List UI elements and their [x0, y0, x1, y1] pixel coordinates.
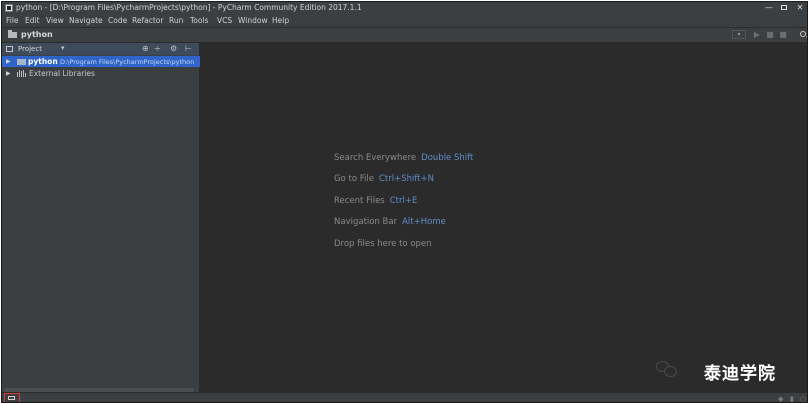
wechat-logo-icon [656, 361, 678, 377]
hint-label: Recent Files [334, 196, 385, 206]
tree-item-external-libraries[interactable]: ▶ External Libraries [2, 68, 199, 79]
project-view-label[interactable]: Project [18, 45, 42, 53]
close-button[interactable]: ✕ [793, 3, 807, 13]
ide-window: python - [D:\Program Files\PycharmProjec… [1, 1, 808, 403]
menu-navigate[interactable]: Navigate [69, 16, 103, 25]
folder-icon [17, 59, 26, 65]
tool-windows-toggle-icon[interactable] [4, 393, 20, 402]
debug-icon[interactable]: ■ [766, 31, 774, 39]
hide-panel-icon[interactable]: ⊢ [185, 44, 192, 53]
window-title: python - [D:\Program Files\PycharmProjec… [16, 3, 362, 12]
project-view-icon [6, 46, 13, 52]
menu-tools[interactable]: Tools [190, 16, 208, 25]
hint-search-everywhere: Search Everywhere Double Shift [334, 153, 473, 163]
navigation-bar: python ▾ ▶ ■ ■ [2, 28, 807, 43]
editor-empty-area[interactable]: Search Everywhere Double Shift Go to File… [200, 43, 807, 392]
hint-drop-files: Drop files here to open [334, 239, 432, 249]
tree-item-path: D:\Program Files\PycharmProjects\python [60, 58, 195, 66]
hint-shortcut: Double Shift [421, 153, 474, 163]
expand-arrow-icon[interactable]: ▶ [6, 58, 11, 65]
hint-shortcut: Alt+Home [402, 217, 446, 227]
hint-go-to-file: Go to File Ctrl+Shift+N [334, 174, 434, 184]
hint-label: Go to File [334, 174, 374, 184]
collapse-all-icon[interactable]: ÷ [154, 44, 161, 53]
search-icon[interactable] [800, 31, 806, 37]
hint-navigation-bar: Navigation Bar Alt+Home [334, 217, 446, 227]
status-bar: ◆ ▮ ○ [2, 392, 807, 402]
stop-icon[interactable]: ■ [779, 31, 787, 39]
event-log-icon[interactable]: ◆ [778, 395, 783, 402]
menu-edit[interactable]: Edit [25, 16, 40, 25]
lock-icon[interactable]: ▮ [790, 395, 794, 402]
tree-item-label: External Libraries [29, 69, 95, 78]
run-icon[interactable]: ▶ [753, 31, 761, 39]
project-panel-header: Project ▾ ⊕ ÷ ⚙ ⊢ [2, 43, 199, 55]
maximize-button[interactable] [777, 3, 791, 13]
gear-icon[interactable]: ⚙ [170, 44, 177, 53]
hint-label: Drop files here to open [334, 239, 432, 249]
tree-item-python[interactable]: ▶ python D:\Program Files\PycharmProject… [2, 56, 205, 67]
hint-shortcut: Ctrl+Shift+N [378, 174, 434, 184]
project-tool-window: Project ▾ ⊕ ÷ ⚙ ⊢ ▶ python D:\Program Fi… [2, 43, 205, 392]
menu-help[interactable]: Help [272, 16, 289, 25]
menu-window[interactable]: Window [238, 16, 268, 25]
menu-view[interactable]: View [46, 16, 64, 25]
hint-shortcut: Ctrl+E [389, 196, 418, 206]
menu-file[interactable]: File [6, 16, 19, 25]
menu-code[interactable]: Code [108, 16, 127, 25]
chevron-down-icon[interactable]: ▾ [61, 44, 65, 52]
menu-bar: File Edit View Navigate Code Refactor Ru… [2, 14, 807, 28]
run-configuration-dropdown[interactable]: ▾ [732, 30, 746, 39]
menu-vcs[interactable]: VCS [217, 16, 232, 25]
folder-icon [8, 30, 17, 38]
hint-recent-files: Recent Files Ctrl+E [334, 196, 417, 206]
pycharm-app-icon [5, 4, 13, 12]
hint-label: Search Everywhere [334, 153, 417, 163]
expand-arrow-icon[interactable]: ▶ [6, 70, 11, 77]
breadcrumb-project[interactable]: python [21, 30, 53, 39]
menu-run[interactable]: Run [169, 16, 183, 25]
menu-refactor[interactable]: Refactor [132, 16, 163, 25]
hint-label: Navigation Bar [334, 217, 398, 227]
scroll-from-source-icon[interactable]: ⊕ [142, 44, 149, 53]
tree-item-label: python [28, 57, 58, 66]
title-bar: python - [D:\Program Files\PycharmProjec… [2, 2, 807, 14]
library-icon [17, 70, 26, 77]
notifications-icon[interactable]: ○ [800, 395, 806, 402]
watermark-text: 泰迪学院 [704, 364, 776, 384]
minimize-button[interactable]: — [762, 3, 776, 13]
